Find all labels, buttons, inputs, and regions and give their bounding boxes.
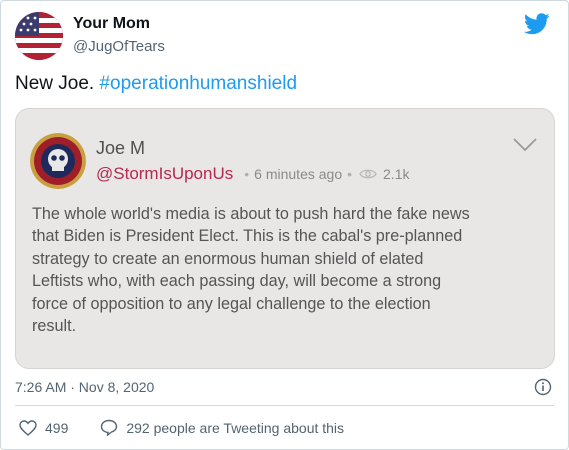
eye-icon [359,169,377,179]
quoted-text-line: result. [32,317,77,336]
tweet-actions: 499 292 people are Tweeting about this [19,419,344,436]
quoted-author-name[interactable]: Joe M [96,138,145,159]
quoted-post[interactable]: Joe M @StormIsUponUs • 6 minutes ago • 2… [15,108,555,369]
quoted-text-line: The whole world's media is about to push… [32,205,470,223]
tweet-timestamp[interactable]: 7:26 AM · Nov 8, 2020 [15,379,154,395]
tweet-card: Your Mom @JugOfTears New Joe. #operation… [0,0,569,450]
like-button[interactable]: 499 [19,420,68,436]
hashtag-link[interactable]: #operationhumanshield [99,73,297,94]
quoted-author-handle[interactable]: @StormIsUponUs [96,164,233,184]
tweet-body: New Joe. [15,73,100,94]
quoted-author-avatar[interactable] [30,133,86,189]
author-avatar[interactable] [15,12,63,60]
quoted-meta: @StormIsUponUs • 6 minutes ago • 2.1k [96,164,409,184]
quoted-text-line: force of opposition to any legal challen… [32,294,431,313]
conversation-button[interactable]: 292 people are Tweeting about this [100,419,344,436]
heart-icon [19,419,37,436]
quoted-text: The whole world's media is about to push… [32,203,532,337]
twitter-bird-icon[interactable] [524,13,550,35]
like-count: 499 [45,419,69,436]
info-icon[interactable] [534,378,552,396]
view-count: 2.1k [383,166,410,182]
divider [15,405,554,406]
separator-dot: • [244,166,250,182]
comment-icon [101,419,118,436]
author-handle[interactable]: @JugOfTears [73,38,165,55]
separator-dot: • [347,166,353,182]
quoted-time: 6 minutes ago [254,166,343,182]
quoted-text-line: Leftists who, with each passing day, wil… [32,272,442,291]
author-name[interactable]: Your Mom [73,15,150,33]
quoted-text-line: strategy to create an enormous human shi… [32,249,424,268]
chevron-down-icon[interactable] [512,137,538,153]
conversation-text: 292 people are Tweeting about this [126,419,345,436]
tweet-text: New Joe. #operationhumanshield [15,73,297,95]
quoted-text-line: that Biden is President Elect. This is t… [32,227,463,246]
